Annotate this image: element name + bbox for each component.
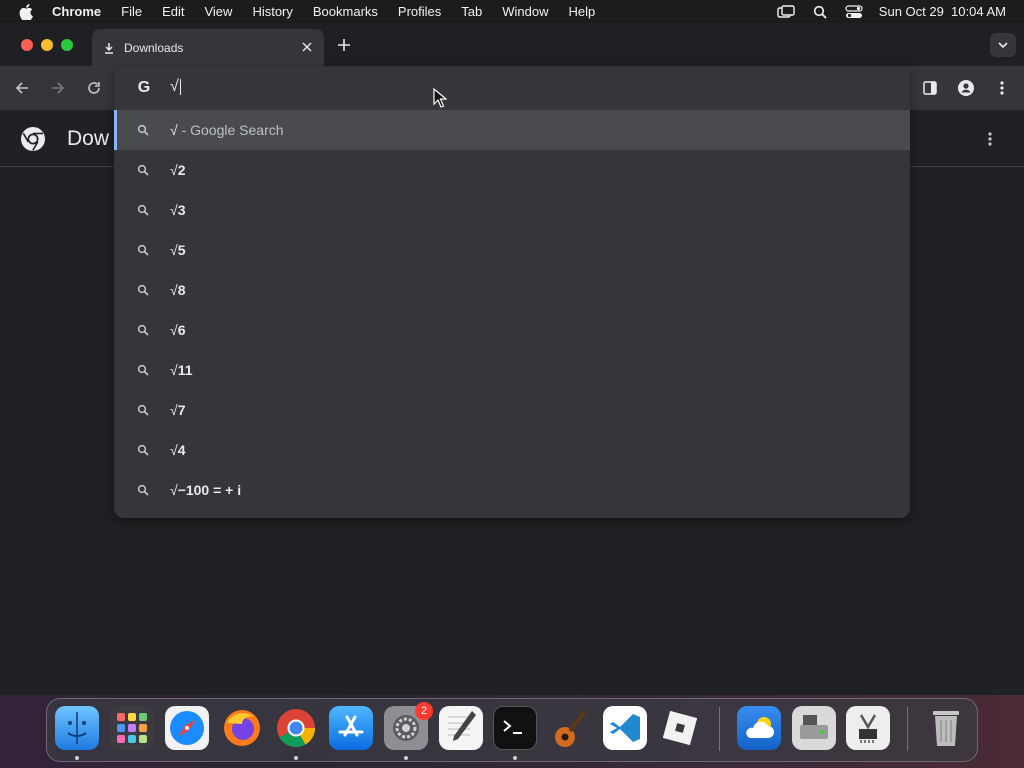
close-tab-icon[interactable] [300,40,314,54]
more-vertical-icon[interactable] [993,79,1011,97]
suggestion-list: √ - Google Search √2 √3 √5 √8 √6 √11 √7 [114,110,910,510]
suggestion-item[interactable]: √4 [114,430,910,470]
menu-bar-clock[interactable]: Sun Oct 29 10:04 AM [879,4,1006,19]
safari-icon[interactable] [165,706,209,750]
menu-file[interactable]: File [121,4,142,19]
suggestion-item[interactable]: √8 [114,270,910,310]
google-chrome-icon[interactable] [274,706,318,750]
suggestion-text: √3 [170,202,186,218]
app-store-icon[interactable] [329,706,373,750]
search-icon [136,283,150,297]
tab-search-chevron-down-icon[interactable] [990,33,1016,57]
tab-title: Downloads [124,40,184,55]
page-title: Dow [67,127,110,150]
apple-menu-icon[interactable] [18,3,34,20]
omnibox-input[interactable]: √ [170,78,181,96]
running-indicator [294,756,298,760]
dock: 2 [46,698,978,762]
suggestion-text: √7 [170,402,186,418]
tab-strip: Downloads [0,23,1024,66]
suggestion-item[interactable]: √3 [114,190,910,230]
search-icon [136,163,150,177]
running-indicator [513,756,517,760]
menu-help[interactable]: Help [569,4,596,19]
suggestion-text: √8 [170,282,186,298]
search-icon [136,403,150,417]
menu-tab[interactable]: Tab [461,4,482,19]
control-center-icon[interactable] [845,4,863,19]
tab-downloads[interactable]: Downloads [92,29,324,66]
chrome-logo-icon [20,126,46,152]
menu-edit[interactable]: Edit [162,4,184,19]
search-icon [136,443,150,457]
terminal-icon[interactable] [493,706,537,750]
side-panel-icon[interactable] [921,79,939,97]
menu-bar: Chrome File Edit View History Bookmarks … [0,0,1024,23]
running-indicator [75,756,79,760]
window-zoom-button[interactable] [61,39,73,51]
dock-separator [907,707,908,751]
profile-icon[interactable] [957,79,975,97]
menu-window[interactable]: Window [502,4,548,19]
suggestion-text: √6 [170,322,186,338]
suggestion-item[interactable]: √5 [114,230,910,270]
suggestion-text: √ - Google Search [170,122,284,138]
suggestion-item[interactable]: √6 [114,310,910,350]
menu-history[interactable]: History [252,4,292,19]
suggestion-item[interactable]: √−100 = + i [114,470,910,510]
suggestion-text: √2 [170,162,186,178]
arrow-right-icon[interactable] [49,79,67,97]
suggestion-item[interactable]: √11 [114,350,910,390]
suggestion-text: √4 [170,442,186,458]
text-caret [179,78,181,95]
download-icon [102,41,116,55]
roblox-icon[interactable] [658,706,702,750]
dock-separator [719,707,720,751]
search-icon [136,363,150,377]
launchpad-icon[interactable] [110,706,154,750]
suggestion-item[interactable]: √2 [114,150,910,190]
menu-profiles[interactable]: Profiles [398,4,441,19]
window-controls [21,39,73,51]
search-icon [136,123,150,137]
trash-icon[interactable] [924,706,968,750]
suggestion-text: √−100 = + i [170,482,242,498]
search-icon [136,483,150,497]
google-search-engine-icon: G [137,79,151,96]
page-more-vertical-icon[interactable] [982,130,998,148]
system-information-icon[interactable] [846,706,890,750]
menu-view[interactable]: View [204,4,232,19]
weather-icon[interactable] [737,706,781,750]
textedit-icon[interactable] [439,706,483,750]
garageband-guitar-icon[interactable] [548,706,592,750]
firefox-icon[interactable] [220,706,264,750]
menu-bookmarks[interactable]: Bookmarks [313,4,378,19]
vscode-icon[interactable] [603,706,647,750]
search-icon [136,323,150,337]
notification-badge: 2 [415,702,433,720]
suggestion-item[interactable]: √ - Google Search [114,110,910,150]
omnibox-popup: G √ √ - Google Search √2 √3 √5 √8 √6 √11… [114,67,910,518]
window-minimize-button[interactable] [41,39,53,51]
reload-icon[interactable] [85,79,103,97]
mouse-pointer-icon [433,88,447,108]
suggestion-item[interactable]: √7 [114,390,910,430]
new-tab-plus-icon[interactable] [336,37,352,53]
suggestion-text: √5 [170,242,186,258]
omnibox[interactable]: G √ [114,67,910,109]
arrow-left-icon[interactable] [13,79,31,97]
menu-bar-status: Sun Oct 29 10:04 AM [777,0,1006,23]
menu-app-name[interactable]: Chrome [52,4,101,19]
window-close-button[interactable] [21,39,33,51]
suggestion-text: √11 [170,362,193,378]
screen-mirroring-icon[interactable] [777,4,795,19]
disk-utility-icon[interactable] [792,706,836,750]
finder-icon[interactable] [55,706,99,750]
search-icon [136,243,150,257]
running-indicator [404,756,408,760]
spotlight-search-icon[interactable] [811,5,829,19]
search-icon [136,203,150,217]
